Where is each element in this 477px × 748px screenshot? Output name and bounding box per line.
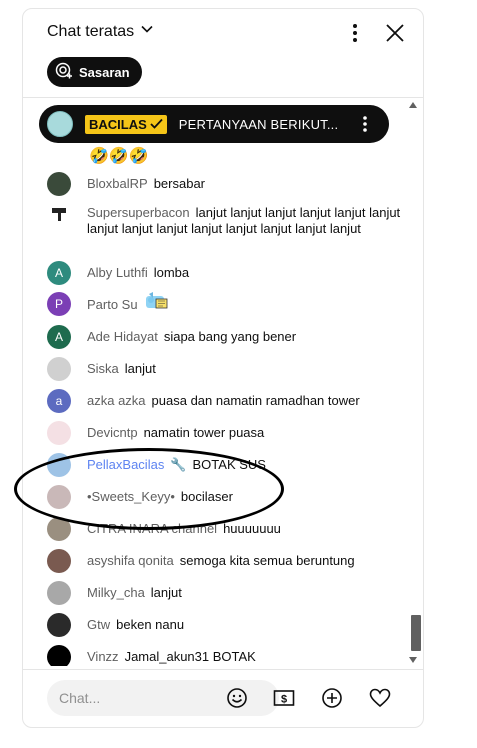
emoji-icon[interactable] [223,684,251,712]
chat-message[interactable]: Siska lanjut [47,357,407,381]
chat-message[interactable]: P Parto Su [47,292,407,316]
avatar [47,453,71,477]
add-circle-icon[interactable] [318,684,346,712]
message-text: semoga kita semua beruntung [179,553,355,568]
chat-message[interactable]: •Sweets_Keyy• bocilaser [47,485,407,509]
author-name[interactable]: Gtw [87,617,110,632]
author-name[interactable]: Milky_cha [87,585,145,600]
avatar [47,581,71,605]
more-vert-icon[interactable] [355,114,375,134]
message-text: Jamal_akun31 BOTAK [124,649,256,664]
avatar [47,111,73,137]
goal-chip-button[interactable]: Sasaran [47,57,142,87]
author-name[interactable]: Parto Su [87,297,138,312]
chat-message[interactable]: Vinzz Jamal_akun31 BOTAK [47,645,407,666]
checkmark-icon [150,117,163,132]
goal-chip-label: Sasaran [79,64,130,80]
more-vert-icon[interactable] [343,21,367,45]
chat-header: Chat teratas Sasaran [23,9,423,98]
avatar [47,421,71,445]
chat-mode-label: Chat teratas [47,22,135,40]
message-text: lanjut [150,585,182,600]
chat-message[interactable]: Gtw beken nanu [47,613,407,637]
chat-message[interactable]: A Alby Luthfi lomba [47,261,407,285]
wrench-icon: 🔧 [170,457,187,472]
message-text: huuuuuuu [223,521,281,536]
avatar: A [47,261,71,285]
sticker-image [144,290,170,316]
author-name[interactable]: •Sweets_Keyy• [87,489,175,504]
author-name[interactable]: PellaxBacilas [87,457,164,472]
pinned-message-banner[interactable]: BACILAS PERTANYAAN BERIKUT... [39,105,389,143]
author-name[interactable]: Alby Luthfi [87,265,148,280]
chat-mode-dropdown[interactable]: Chat teratas [47,22,154,41]
avatar: P [47,292,71,316]
author-name[interactable]: CITRA INARA channel [87,521,217,536]
author-name[interactable]: asyshifa qonita [87,553,174,568]
chat-message[interactable]: Supersuperbacon lanjut lanjut lanjut lanj… [47,201,407,237]
heart-icon[interactable] [366,684,394,712]
message-text: siapa bang yang bener [163,329,297,344]
scroll-up-arrow[interactable] [409,102,417,108]
close-icon[interactable] [383,21,407,45]
avatar [47,172,71,196]
message-text: namatin tower puasa [143,425,265,440]
chat-message[interactable]: asyshifa qonita semoga kita semua beruntu… [47,549,407,573]
message-text: puasa dan namatin ramadhan tower [151,393,360,408]
chat-message[interactable]: PellaxBacilas 🔧 BOTAK SUS [47,453,407,477]
avatar [47,201,71,225]
super-chat-icon[interactable]: $ [270,684,298,712]
author-name[interactable]: Vinzz [87,649,119,664]
chat-message[interactable]: A Ade Hidayat siapa bang yang bener [47,325,407,349]
message-text: beken nanu [116,617,185,632]
pinned-author: BACILAS [89,116,147,132]
author-name[interactable]: Siska [87,361,119,376]
emoji-row: 🤣🤣🤣 [89,148,149,165]
message-text: lomba [153,265,190,280]
scrollbar-thumb[interactable] [411,615,421,651]
chat-input-bar: $ [23,669,423,727]
author-name[interactable]: Supersuperbacon [87,205,190,220]
author-name[interactable]: Devicntp [87,425,138,440]
author-name[interactable]: azka azka [87,393,146,408]
svg-text:$: $ [281,694,287,706]
message-text: BOTAK SUS [192,457,266,472]
avatar: a [47,389,71,413]
scroll-down-arrow[interactable] [409,657,417,663]
target-icon [55,62,73,83]
message-text: lanjut [124,361,156,376]
message-text: bocilaser [180,489,233,504]
avatar [47,485,71,509]
avatar [47,357,71,381]
avatar [47,549,71,573]
pinned-text: PERTANYAAN BERIKUT... [178,116,339,132]
avatar [47,517,71,541]
member-badge: BACILAS [85,114,167,134]
message-text: bersabar [153,176,206,191]
chevron-down-icon [140,22,154,41]
author-name[interactable]: BloxbalRP [87,176,148,191]
chat-message[interactable]: BloxbalRP bersabar [47,172,407,196]
avatar [47,613,71,637]
live-chat-panel: Chat teratas Sasaran BACILAS PERTANYAAN … [22,8,424,728]
chat-message[interactable]: Milky_cha lanjut [47,581,407,605]
avatar [47,645,71,666]
author-name[interactable]: Ade Hidayat [87,329,158,344]
chat-message-list[interactable]: BACILAS PERTANYAAN BERIKUT... 🤣🤣🤣 Bloxba… [23,98,423,666]
chat-message[interactable]: CITRA INARA channel huuuuuuu [47,517,407,541]
chat-message[interactable]: a azka azka puasa dan namatin ramadhan to… [47,389,407,413]
chat-message[interactable]: Devicntp namatin tower puasa [47,421,407,445]
avatar: A [47,325,71,349]
